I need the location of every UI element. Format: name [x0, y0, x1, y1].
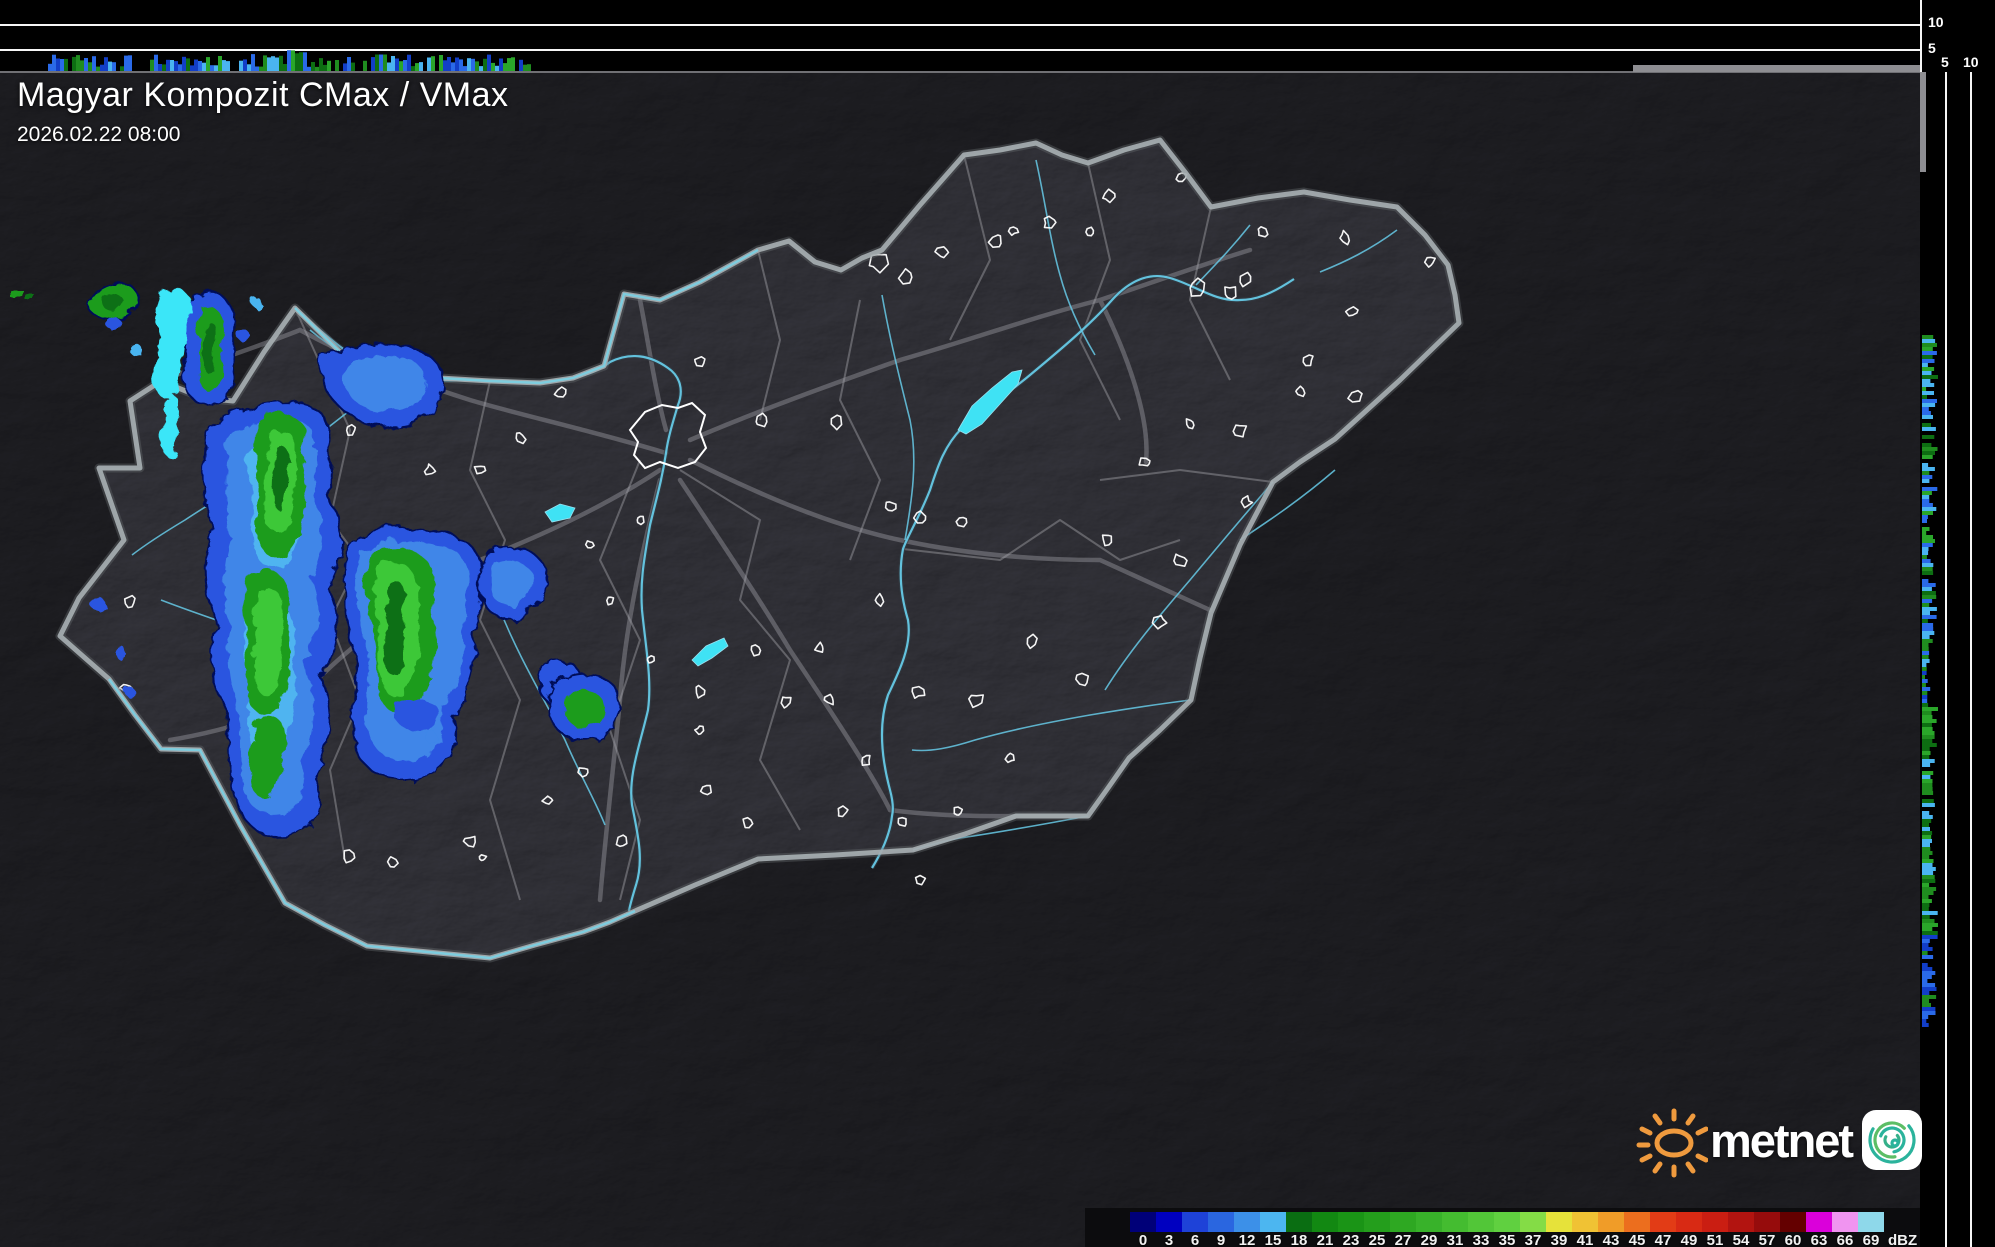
dbz-tick-label: 37 [1524, 1232, 1542, 1247]
dbz-color-cell [1130, 1212, 1156, 1232]
dbz-tick-label: 25 [1368, 1232, 1386, 1247]
timestamp: 2026.02.22 08:00 [17, 123, 181, 146]
dbz-color-cell [1702, 1212, 1728, 1232]
dbz-color-cell [1442, 1212, 1468, 1232]
dbz-color-cell [1364, 1212, 1390, 1232]
dbz-tick-label: 43 [1602, 1232, 1620, 1247]
dbz-color-cell [1832, 1212, 1858, 1232]
dbz-color-cell [1624, 1212, 1650, 1232]
dbz-color-cell [1208, 1212, 1234, 1232]
dbz-color-cell [1858, 1212, 1884, 1232]
dbz-color-cell [1728, 1212, 1754, 1232]
vmax-top-profile-panel [0, 0, 1920, 72]
dbz-tick-label: 15 [1264, 1232, 1282, 1247]
dbz-tick-label: 49 [1680, 1232, 1698, 1247]
right-axis-5km-label: 5 [1941, 54, 1949, 70]
dbz-tick-label: 51 [1706, 1232, 1724, 1247]
right-axis-10km-label: 10 [1963, 54, 1979, 70]
dbz-color-cell [1546, 1212, 1572, 1232]
dbz-color-cell [1572, 1212, 1598, 1232]
dbz-tick-label: 18 [1290, 1232, 1308, 1247]
dbz-tick-label: 3 [1164, 1232, 1174, 1247]
dbz-color-cell [1650, 1212, 1676, 1232]
dbz-color-cell [1260, 1212, 1286, 1232]
dbz-tick-label: 0 [1138, 1232, 1148, 1247]
metnet-wordmark: metnet [1710, 1113, 1854, 1167]
dbz-tick-label: 45 [1628, 1232, 1646, 1247]
dbz-tick-labels: 0 3 6 9 12 15 18 21 23 25 27 29 31 33 35 37 39 41 43 45 47 49… [1130, 1232, 1884, 1247]
dbz-tick-label: 69 [1862, 1232, 1880, 1247]
dbz-tick-label: 29 [1420, 1232, 1438, 1247]
dbz-tick-label: 60 [1784, 1232, 1802, 1247]
dbz-unit-label: dBZ [1888, 1232, 1918, 1247]
radar-map [0, 72, 1920, 1247]
dbz-tick-label: 57 [1758, 1232, 1776, 1247]
dbz-color-cell [1754, 1212, 1780, 1232]
map-top-border [0, 71, 1920, 73]
dbz-tick-label: 9 [1216, 1232, 1226, 1247]
dbz-color-cell [1806, 1212, 1832, 1232]
dbz-tick-label: 6 [1190, 1232, 1200, 1247]
dbz-color-cell [1390, 1212, 1416, 1232]
dbz-tick-label: 27 [1394, 1232, 1412, 1247]
header: Magyar Kompozit CMax / VMax 2026.02.22 0… [17, 76, 509, 147]
dbz-tick-label: 63 [1810, 1232, 1828, 1247]
dbz-color-cell [1494, 1212, 1520, 1232]
top-axis-5km-label: 5 [1928, 40, 1936, 56]
dbz-color-cell [1182, 1212, 1208, 1232]
dbz-tick-label: 47 [1654, 1232, 1672, 1247]
dbz-color-cell [1520, 1212, 1546, 1232]
vmax-right-profile-bars [1922, 335, 1938, 1027]
vmax-top-profile-bars [48, 50, 531, 71]
echo-blob-f [545, 670, 618, 740]
dbz-color-cell [1780, 1212, 1806, 1232]
dbz-color-cell [1416, 1212, 1442, 1232]
dbz-tick-label: 21 [1316, 1232, 1334, 1247]
dbz-color-cell [1676, 1212, 1702, 1232]
dbz-color-cell [1156, 1212, 1182, 1232]
dbz-color-cell [1312, 1212, 1338, 1232]
panel-separator-line [1920, 0, 1922, 72]
radar-product-screen: 10 5 5 10 Magyar Kompozit CMax / VMax 20… [0, 0, 1995, 1247]
dbz-color-scale: 0 3 6 9 12 15 18 21 23 25 27 29 31 33 35 37 39 41 43 45 47 49… [1085, 1208, 1920, 1247]
map-top-border-segment [1633, 65, 1920, 72]
dbz-tick-label: 39 [1550, 1232, 1568, 1247]
dbz-tick-label: 23 [1342, 1232, 1360, 1247]
metnet-app-icon [1862, 1110, 1923, 1170]
dbz-tick-label: 31 [1446, 1232, 1464, 1247]
dbz-tick-label: 41 [1576, 1232, 1594, 1247]
dbz-color-cell [1286, 1212, 1312, 1232]
dbz-color-cell [1234, 1212, 1260, 1232]
dbz-tick-label: 33 [1472, 1232, 1490, 1247]
vmax-right-profile-panel [1920, 72, 1995, 1247]
dbz-color-blocks [1130, 1212, 1884, 1232]
dbz-tick-label: 54 [1732, 1232, 1750, 1247]
hungary-map-canvas [0, 72, 1920, 1247]
page-title: Magyar Kompozit CMax / VMax [17, 76, 509, 114]
sun-icon [1636, 1108, 1708, 1178]
dbz-color-cell [1468, 1212, 1494, 1232]
map-right-border-segment [1920, 72, 1926, 172]
dbz-tick-label: 35 [1498, 1232, 1516, 1247]
dbz-color-cell [1598, 1212, 1624, 1232]
dbz-color-cell [1338, 1212, 1364, 1232]
dbz-tick-label: 12 [1238, 1232, 1256, 1247]
branding: metnet [1636, 1100, 1932, 1180]
dbz-tick-label: 66 [1836, 1232, 1854, 1247]
top-axis-10km-label: 10 [1928, 14, 1944, 30]
